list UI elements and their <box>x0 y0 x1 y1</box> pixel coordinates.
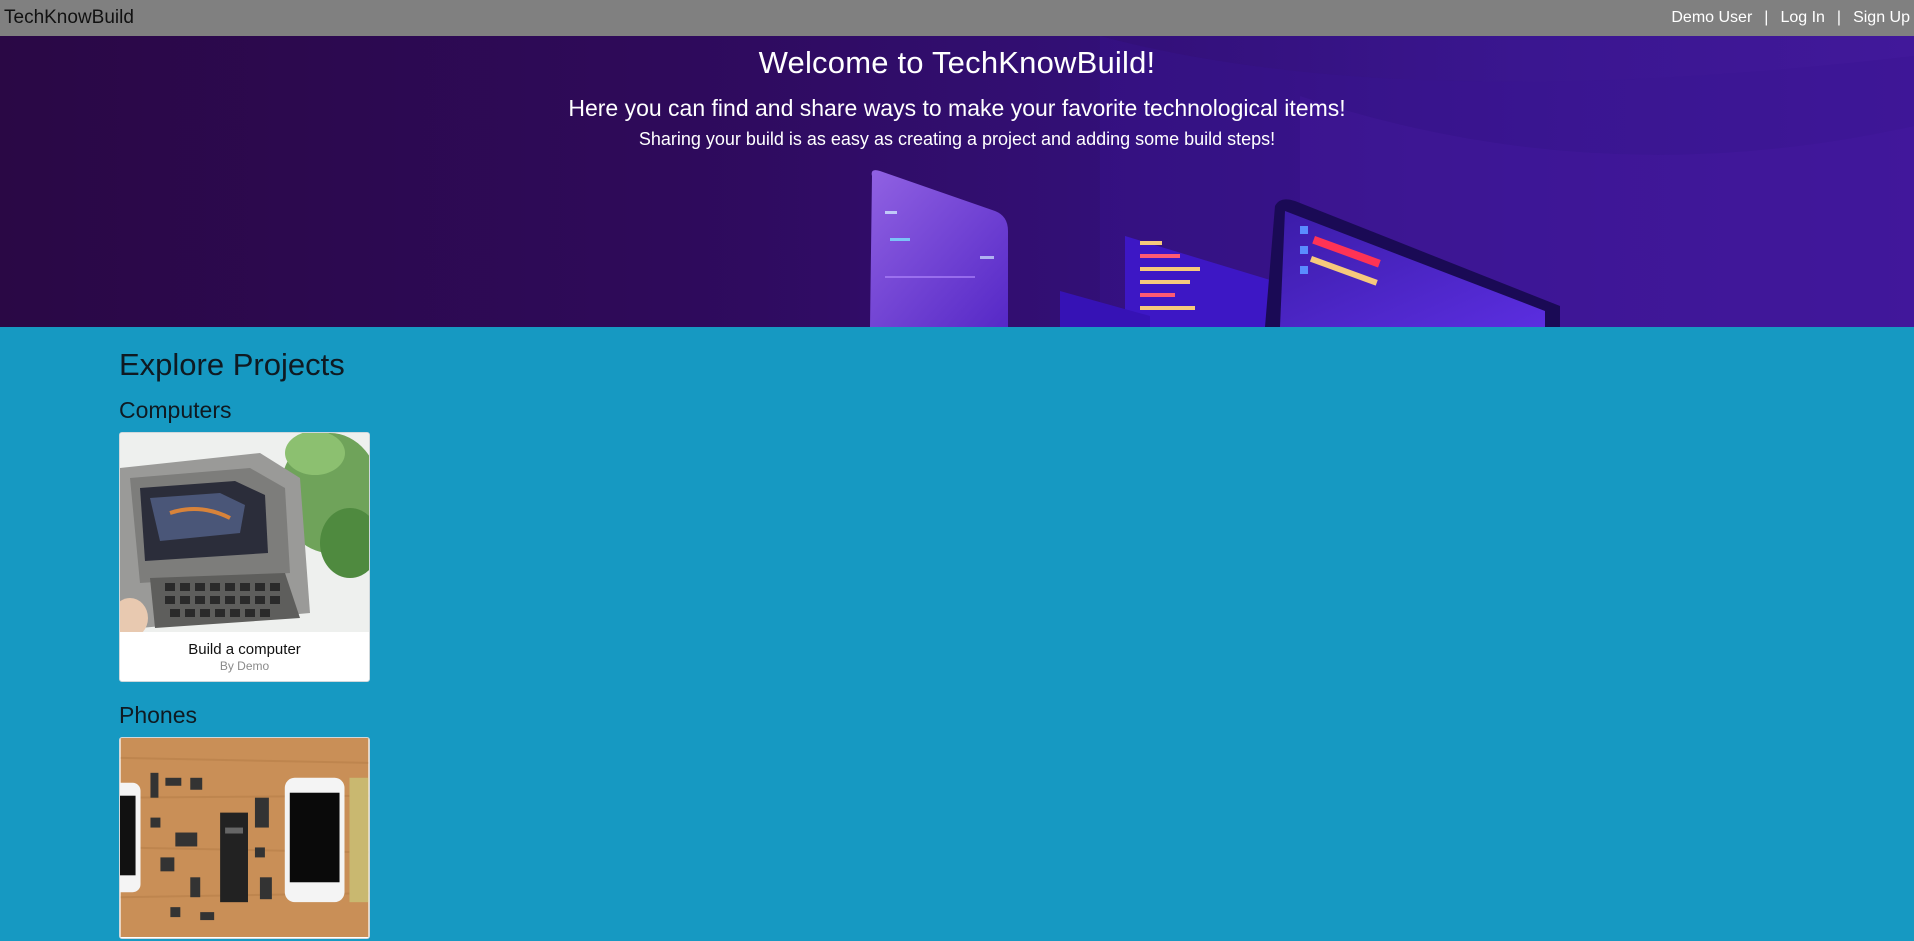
hero-title: Welcome to TechKnowBuild! <box>758 45 1156 80</box>
project-image-computer <box>120 433 369 632</box>
category-title-phones: Phones <box>119 702 198 728</box>
brand-link[interactable]: TechKnowBuild <box>4 7 134 29</box>
nav-links: Demo User | Log In | Sign Up <box>1671 9 1910 27</box>
explore-title: Explore Projects <box>119 347 345 382</box>
signup-link[interactable]: Sign Up <box>1853 9 1910 27</box>
top-navbar: TechKnowBuild Demo User | Log In | Sign … <box>0 0 1914 36</box>
demo-user-link[interactable]: Demo User <box>1671 9 1752 27</box>
project-card[interactable] <box>119 737 370 939</box>
nav-separator: | <box>1836 9 1842 26</box>
project-author: By Demo <box>219 659 270 673</box>
login-link[interactable]: Log In <box>1780 9 1824 27</box>
nav-separator: | <box>1764 9 1769 26</box>
explore-section: Explore Projects Computers Build a compu… <box>119 327 1819 939</box>
project-card[interactable]: Build a computer By Demo <box>119 432 370 682</box>
project-card-body: Build a computer By Demo <box>120 632 369 681</box>
hero-tagline: Sharing your build is as easy as creatin… <box>638 129 1276 149</box>
hero-banner: Welcome to TechKnowBuild! Here you can f… <box>0 36 1914 327</box>
project-image-phone <box>120 738 369 937</box>
hero-subtitle: Here you can find and share ways to make… <box>568 95 1346 121</box>
project-title[interactable]: Build a computer <box>120 641 369 658</box>
category-title-computers: Computers <box>119 397 232 423</box>
